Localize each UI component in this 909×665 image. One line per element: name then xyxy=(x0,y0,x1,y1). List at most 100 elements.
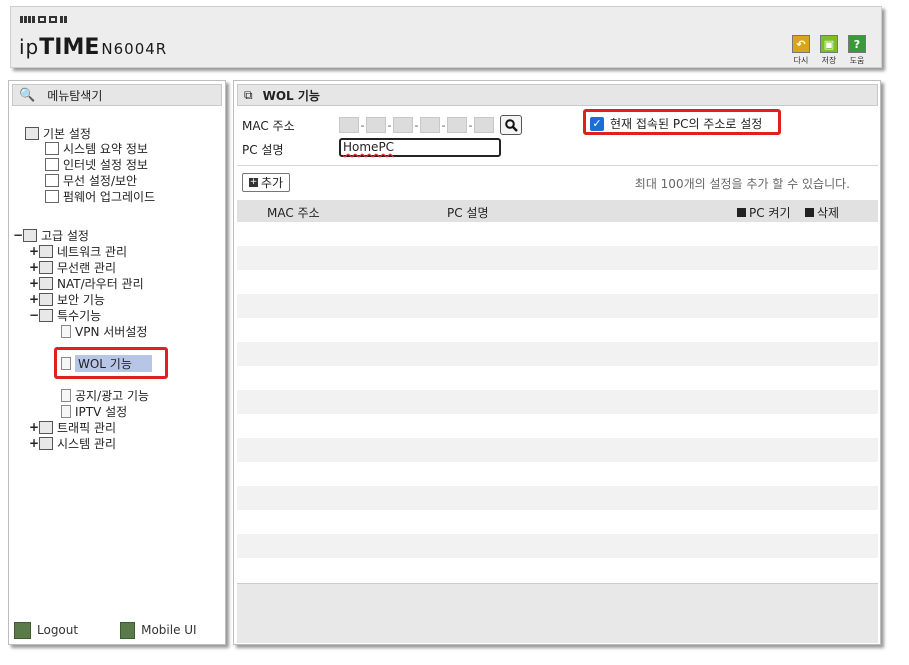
tree-item-firmware[interactable]: 펌웨어 업그레이드 xyxy=(45,188,155,204)
table-row xyxy=(237,486,878,510)
tree-item-internet-info[interactable]: 인터넷 설정 정보 xyxy=(45,156,148,172)
tree-item-vpn[interactable]: VPN 서버설정 xyxy=(61,323,147,339)
tree-advanced-settings[interactable]: − 고급 설정 xyxy=(13,227,89,243)
sidebar-footer: Logout Mobile UI xyxy=(14,620,220,640)
bar-chart-icon xyxy=(45,141,59,155)
expand-icon: + xyxy=(29,276,40,290)
mac-label: MAC 주소 xyxy=(242,119,295,133)
tree-label: 인터넷 설정 정보 xyxy=(63,157,148,172)
tree-nat-router[interactable]: + NAT/라우터 관리 xyxy=(29,275,144,291)
column-wake-label: PC 켜기 xyxy=(749,206,791,220)
undo-label: 다시 xyxy=(793,56,809,65)
panel-header: ⧉ WOL 기능 xyxy=(237,84,878,106)
logout-icon xyxy=(14,621,31,639)
expand-icon: + xyxy=(29,292,40,306)
upgrade-icon xyxy=(45,189,59,203)
undo-button[interactable]: ↶ 다시 xyxy=(791,35,811,66)
annotation-box-wol xyxy=(54,347,168,379)
tree-label: 특수기능 xyxy=(57,308,102,323)
tree-label: VPN 서버설정 xyxy=(75,324,148,339)
window-icon: ⧉ xyxy=(244,87,253,102)
column-wake: PC 켜기 xyxy=(737,204,791,221)
brand-time: TIME xyxy=(39,35,100,60)
page-icon xyxy=(61,388,71,402)
logo-dots xyxy=(20,16,67,23)
tree-label: 공지/광고 기능 xyxy=(75,388,150,403)
tree-label: 무선랜 관리 xyxy=(57,260,117,275)
model-name: N6004R xyxy=(101,40,168,58)
tree-item-system-summary[interactable]: 시스템 요약 정보 xyxy=(45,140,148,156)
logout-button[interactable]: Logout xyxy=(14,621,78,639)
tree-wireless[interactable]: + 무선랜 관리 xyxy=(29,259,116,275)
page-icon xyxy=(61,404,71,418)
table-row xyxy=(237,222,878,246)
save-button[interactable]: ▣ 저장 xyxy=(819,35,839,66)
mobile-icon xyxy=(120,621,136,639)
folder-open-icon xyxy=(25,126,39,140)
search-pc-button[interactable] xyxy=(500,115,522,135)
table-row xyxy=(237,318,878,342)
delete-icon xyxy=(805,208,814,217)
page-title: WOL 기능 xyxy=(262,88,320,103)
add-button[interactable]: + 추가 xyxy=(242,173,291,192)
wireless-folder-icon xyxy=(39,260,53,274)
table-row xyxy=(237,558,878,582)
mac-octet-field[interactable] xyxy=(474,117,494,133)
table-row xyxy=(237,366,878,390)
tree-label: 무선 설정/보안 xyxy=(63,173,138,188)
power-icon xyxy=(737,208,746,217)
collapse-icon: − xyxy=(29,308,40,322)
plus-icon: + xyxy=(249,177,258,187)
table-row xyxy=(237,510,878,534)
search-icon xyxy=(504,118,518,132)
help-button[interactable]: ? 도움 xyxy=(847,35,867,66)
traffic-folder-icon xyxy=(39,420,53,434)
mac-octet-field[interactable] xyxy=(339,117,359,133)
tree-security[interactable]: + 보안 기능 xyxy=(29,291,105,307)
tree-item-notice[interactable]: 공지/광고 기능 xyxy=(61,387,149,403)
tree-label: 트래픽 관리 xyxy=(57,420,117,435)
tree-label: 고급 설정 xyxy=(41,228,89,243)
divider xyxy=(237,165,878,166)
collapse-icon: − xyxy=(13,228,24,242)
pc-label: PC 설명 xyxy=(242,143,284,157)
pc-description-input[interactable]: HomePC xyxy=(339,138,501,157)
table-row xyxy=(237,246,878,270)
expand-icon: + xyxy=(29,260,40,274)
tree-label: 시스템 요약 정보 xyxy=(63,141,148,156)
tree-system[interactable]: + 시스템 관리 xyxy=(29,435,116,451)
annotation-box-checkbox xyxy=(583,109,781,135)
undo-icon: ↶ xyxy=(792,35,810,53)
mobile-ui-button[interactable]: Mobile UI xyxy=(120,621,197,639)
column-pc: PC 설명 xyxy=(447,206,489,220)
header-buttons: ↶ 다시 ▣ 저장 ? 도움 xyxy=(791,35,867,66)
main-panel: ⧉ WOL 기능 MAC 주소 - - - - - ✓ 현재 접속된 PC의 주… xyxy=(233,80,881,645)
tree-label: NAT/라우터 관리 xyxy=(57,276,144,291)
tree-item-wireless-security[interactable]: 무선 설정/보안 xyxy=(45,172,137,188)
table-header: MAC 주소 PC 설명 PC 켜기 삭제 xyxy=(237,200,878,222)
sidebar: 🔍 메뉴탐색기 기본 설정 시스템 요약 정보 인터넷 설정 정보 무선 설정/… xyxy=(8,80,226,645)
help-label: 도움 xyxy=(849,56,865,65)
panel-footer xyxy=(237,583,878,643)
mac-octet-field[interactable] xyxy=(393,117,413,133)
mac-octet-field[interactable] xyxy=(420,117,440,133)
table-row xyxy=(237,294,878,318)
mac-octet-field[interactable] xyxy=(447,117,467,133)
tree-network[interactable]: + 네트워크 관리 xyxy=(29,243,127,259)
wireless-icon xyxy=(45,173,59,187)
lock-folder-icon xyxy=(39,292,53,306)
mac-octet-field[interactable] xyxy=(366,117,386,133)
folder-open-icon xyxy=(23,228,37,242)
column-delete: 삭제 xyxy=(805,204,839,221)
menu-explorer-icon: 🔍 xyxy=(19,87,36,103)
tree-special[interactable]: − 특수기능 xyxy=(29,307,101,323)
help-icon: ? xyxy=(848,35,866,53)
tree-item-iptv[interactable]: IPTV 설정 xyxy=(61,403,127,419)
table-row xyxy=(237,438,878,462)
network-folder-icon xyxy=(39,244,53,258)
system-folder-icon xyxy=(39,436,53,450)
header-bar: ipTIME N6004R ↶ 다시 ▣ 저장 ? 도움 xyxy=(10,6,882,68)
tree-traffic[interactable]: + 트래픽 관리 xyxy=(29,419,116,435)
table-row xyxy=(237,342,878,366)
mac-address-inputs: - - - - - xyxy=(339,115,522,135)
